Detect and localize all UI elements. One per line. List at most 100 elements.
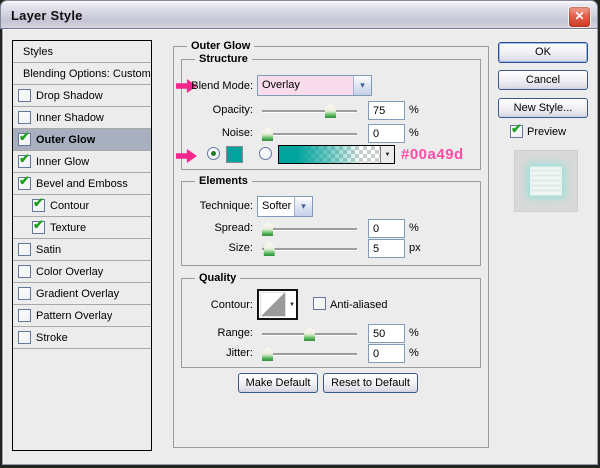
sidebar-item-label: Outer Glow bbox=[36, 134, 95, 146]
sidebar-item-drop-shadow[interactable]: Drop Shadow bbox=[13, 85, 151, 107]
contour-thumbnail bbox=[260, 292, 286, 317]
spread-slider-knob[interactable] bbox=[262, 222, 273, 236]
contour-dropdown-icon[interactable]: ▼ bbox=[289, 302, 295, 308]
jitter-label: Jitter: bbox=[150, 347, 253, 360]
close-icon[interactable]: ✕ bbox=[568, 6, 591, 28]
new-style-button[interactable]: New Style... bbox=[498, 98, 588, 118]
opacity-slider[interactable] bbox=[262, 103, 357, 118]
sidebar-item-blending-options-custom[interactable]: Blending Options: Custom bbox=[13, 63, 151, 85]
size-slider-knob[interactable] bbox=[264, 242, 275, 256]
gradient-picker[interactable]: ▼ bbox=[278, 145, 395, 164]
jitter-slider-knob[interactable] bbox=[262, 347, 273, 361]
opacity-unit: % bbox=[409, 104, 419, 116]
sidebar-item-outer-glow[interactable]: ✔ Outer Glow bbox=[13, 129, 151, 151]
noise-slider[interactable] bbox=[262, 126, 357, 141]
sidebar-item-styles[interactable]: Styles bbox=[13, 41, 151, 63]
sidebar-item-label: Blending Options: Custom bbox=[23, 68, 151, 80]
sidebar-item-bevel-and-emboss[interactable]: ✔Bevel and Emboss bbox=[13, 173, 151, 195]
check-icon: ✔ bbox=[19, 130, 30, 143]
sidebar-item-pattern-overlay[interactable]: Pattern Overlay bbox=[13, 305, 151, 327]
gradient-dropdown-icon[interactable]: ▼ bbox=[380, 146, 394, 163]
unchecked-checkbox[interactable] bbox=[18, 265, 31, 278]
range-unit: % bbox=[409, 327, 419, 339]
unchecked-checkbox[interactable] bbox=[18, 111, 31, 124]
chevron-down-icon[interactable]: ▾ bbox=[294, 197, 312, 216]
range-slider-knob[interactable] bbox=[304, 327, 315, 341]
unchecked-checkbox[interactable] bbox=[18, 243, 31, 256]
checked-checkbox[interactable]: ✔ bbox=[32, 221, 45, 234]
quality-legend: Quality bbox=[195, 272, 240, 284]
preview-label: Preview bbox=[527, 126, 566, 138]
contour-label: Contour: bbox=[150, 299, 253, 312]
sidebar-item-stroke[interactable]: Stroke bbox=[13, 327, 151, 349]
size-label: Size: bbox=[150, 242, 253, 255]
chevron-down-icon[interactable]: ▾ bbox=[353, 76, 371, 95]
anti-aliased-checkbox[interactable] bbox=[313, 297, 326, 310]
check-icon: ✔ bbox=[19, 174, 30, 187]
sidebar-item-inner-shadow[interactable]: Inner Shadow bbox=[13, 107, 151, 129]
unchecked-checkbox[interactable] bbox=[18, 331, 31, 344]
technique-select[interactable]: Softer ▾ bbox=[257, 196, 313, 217]
make-default-button[interactable]: Make Default bbox=[238, 373, 318, 393]
ok-button[interactable]: OK bbox=[498, 42, 588, 63]
spread-unit: % bbox=[409, 222, 419, 234]
sidebar-item-label: Contour bbox=[50, 200, 89, 212]
range-label: Range: bbox=[150, 327, 253, 340]
slider-track bbox=[262, 353, 357, 355]
spread-input[interactable] bbox=[368, 219, 405, 238]
sidebar-item-label: Color Overlay bbox=[36, 266, 103, 278]
sidebar-item-inner-glow[interactable]: ✔Inner Glow bbox=[13, 151, 151, 173]
checked-checkbox[interactable]: ✔ bbox=[18, 133, 31, 146]
gradient-radio[interactable] bbox=[259, 147, 272, 160]
sidebar-item-label: Pattern Overlay bbox=[36, 310, 112, 322]
noise-input[interactable] bbox=[368, 124, 405, 143]
check-icon: ✔ bbox=[511, 122, 522, 135]
slider-track bbox=[262, 228, 357, 230]
gradient-preview bbox=[279, 146, 380, 163]
sidebar-item-label: Gradient Overlay bbox=[36, 288, 119, 300]
hex-color-annotation: #00a49d bbox=[401, 146, 464, 163]
unchecked-checkbox[interactable] bbox=[18, 309, 31, 322]
checked-checkbox[interactable]: ✔ bbox=[18, 177, 31, 190]
jitter-unit: % bbox=[409, 347, 419, 359]
size-input[interactable] bbox=[368, 239, 405, 258]
opacity-label: Opacity: bbox=[150, 104, 253, 117]
jitter-input[interactable] bbox=[368, 344, 405, 363]
spread-slider[interactable] bbox=[262, 221, 357, 236]
slider-track bbox=[262, 248, 357, 250]
sidebar-item-satin[interactable]: Satin bbox=[13, 239, 151, 261]
checked-checkbox[interactable]: ✔ bbox=[18, 155, 31, 168]
opacity-slider-knob[interactable] bbox=[325, 104, 336, 118]
blend-mode-select[interactable]: Overlay ▾ bbox=[257, 75, 372, 96]
jitter-slider[interactable] bbox=[262, 346, 357, 361]
checked-checkbox[interactable]: ✔ bbox=[32, 199, 45, 212]
cancel-button[interactable]: Cancel bbox=[498, 70, 588, 90]
range-input[interactable] bbox=[368, 324, 405, 343]
solid-color-radio[interactable] bbox=[207, 147, 220, 160]
title-bar[interactable]: Layer Style ✕ bbox=[0, 0, 598, 29]
noise-slider-knob[interactable] bbox=[262, 127, 273, 141]
unchecked-checkbox[interactable] bbox=[18, 287, 31, 300]
slider-track bbox=[262, 133, 357, 135]
sidebar-item-color-overlay[interactable]: Color Overlay bbox=[13, 261, 151, 283]
technique-label: Technique: bbox=[150, 200, 253, 213]
blend-mode-label: Blend Mode: bbox=[150, 80, 253, 93]
preview-checkbox[interactable]: ✔ bbox=[510, 125, 523, 138]
sidebar-item-label: Stroke bbox=[36, 332, 68, 344]
size-slider[interactable] bbox=[262, 241, 357, 256]
sidebar-item-label: Styles bbox=[23, 46, 53, 58]
glow-preview-swatch bbox=[530, 167, 562, 196]
spread-label: Spread: bbox=[150, 222, 253, 235]
sidebar-item-contour[interactable]: ✔ Contour bbox=[13, 195, 151, 217]
glow-color-swatch[interactable] bbox=[226, 146, 243, 163]
opacity-input[interactable] bbox=[368, 101, 405, 120]
sidebar-item-texture[interactable]: ✔Texture bbox=[13, 217, 151, 239]
range-slider[interactable] bbox=[262, 326, 357, 341]
sidebar-item-label: Drop Shadow bbox=[36, 90, 103, 102]
sidebar-item-label: Inner Shadow bbox=[36, 112, 104, 124]
reset-to-default-button[interactable]: Reset to Default bbox=[323, 373, 418, 393]
contour-picker[interactable]: ▼ bbox=[257, 289, 298, 320]
sidebar-item-gradient-overlay[interactable]: Gradient Overlay bbox=[13, 283, 151, 305]
slider-track bbox=[262, 110, 357, 112]
unchecked-checkbox[interactable] bbox=[18, 89, 31, 102]
